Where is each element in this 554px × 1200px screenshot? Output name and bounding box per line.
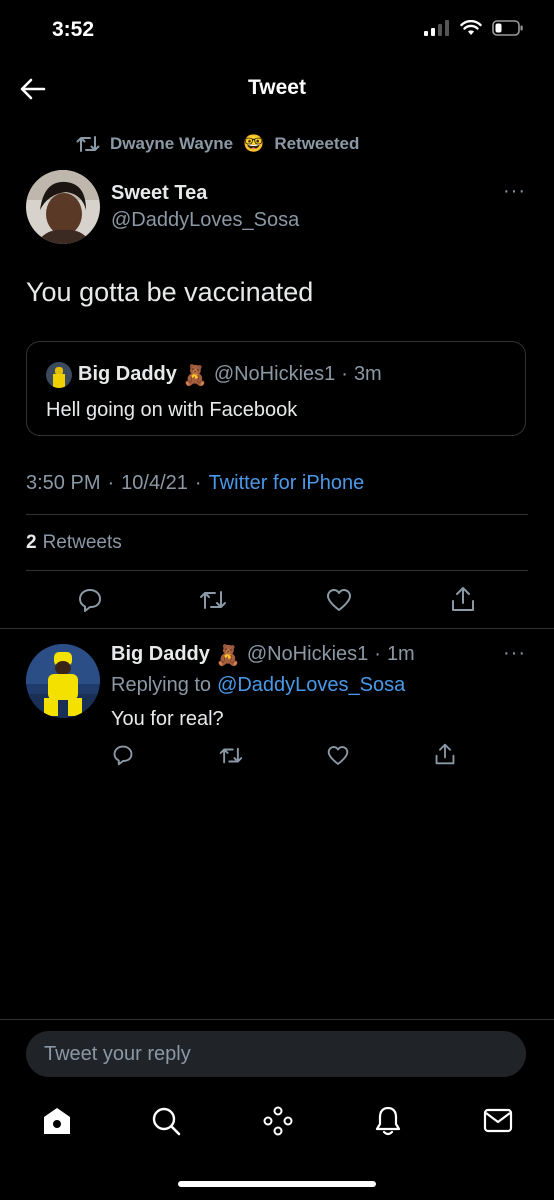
retweet-count-label: Retweets (42, 532, 122, 553)
page-title: Tweet (248, 76, 306, 99)
heart-icon[interactable] (327, 745, 349, 766)
reply-avatar[interactable] (26, 644, 100, 718)
reply-author-emoji: 🧸 (215, 645, 241, 667)
divider (0, 628, 554, 629)
status-time: 3:52 (52, 18, 95, 41)
home-icon[interactable] (42, 1106, 72, 1136)
spaces-icon[interactable] (262, 1106, 294, 1136)
tweet-text: You gotta be vaccinated (26, 277, 314, 307)
retweeter-name[interactable]: Dwayne Wayne (110, 134, 233, 154)
retweeter-emoji: 🤓 (243, 134, 265, 153)
share-icon[interactable] (434, 742, 456, 766)
reply-author-handle[interactable]: @NoHickies1 (247, 643, 368, 668)
quoted-emoji: 🧸 (182, 365, 208, 387)
retweet-context: Dwayne Wayne 🤓 Retweeted (76, 134, 359, 154)
reply-input-placeholder: Tweet your reply (44, 1043, 191, 1065)
status-icons (424, 20, 524, 36)
tweet-time: 3:50 PM (26, 472, 101, 494)
retweet-stats[interactable]: 2 Retweets (26, 532, 122, 554)
reply-sep: · (374, 643, 381, 665)
retweet-count: 2 (26, 532, 37, 553)
tweet-source-link[interactable]: Twitter for iPhone (209, 472, 365, 495)
reply-text: You for real? (111, 708, 224, 730)
quoted-name: Big Daddy (78, 363, 177, 385)
quoted-sep: · (341, 363, 348, 385)
heart-icon[interactable] (326, 588, 352, 612)
quoted-text: Hell going on with Facebook (46, 399, 298, 421)
bell-icon[interactable] (373, 1105, 403, 1137)
reply-icon[interactable] (77, 587, 103, 613)
divider (26, 514, 528, 515)
author-handle[interactable]: @DaddyLoves_Sosa (111, 209, 299, 232)
reply-more-button[interactable]: ··· (503, 642, 526, 665)
retweet-icon (76, 136, 100, 152)
divider (0, 1019, 554, 1020)
quoted-handle: @NoHickies1 (213, 363, 336, 385)
reply-header: Big Daddy 🧸 @NoHickies1 · 1m (111, 643, 415, 668)
reply-author-name[interactable]: Big Daddy (111, 643, 210, 668)
mail-icon[interactable] (483, 1108, 513, 1134)
replying-to-link[interactable]: @DaddyLoves_Sosa (217, 674, 405, 697)
replying-to: Replying to @DaddyLoves_Sosa (111, 674, 405, 697)
retweeted-label: Retweeted (274, 134, 360, 153)
tweet-date: 10/4/21 (121, 472, 188, 494)
replying-to-label: Replying to (111, 674, 212, 696)
meta-dot-2: · (194, 472, 202, 494)
author-name[interactable]: Sweet Tea (111, 182, 207, 205)
wifi-icon (460, 20, 482, 35)
search-icon[interactable] (151, 1106, 181, 1136)
quoted-header: Big Daddy 🧸 @NoHickies1 · 3m (78, 363, 382, 388)
home-indicator (178, 1181, 376, 1187)
quoted-avatar (46, 362, 72, 388)
meta-dot-1: · (107, 472, 115, 494)
share-icon[interactable] (450, 585, 476, 613)
reply-icon[interactable] (112, 744, 134, 766)
tweet-more-button[interactable]: ··· (503, 180, 526, 203)
retweet-action-icon[interactable] (199, 588, 227, 612)
quoted-age: 3m (353, 363, 382, 385)
tweet-meta: 3:50 PM · 10/4/21 · Twitter for iPhone (26, 472, 364, 495)
battery-icon (492, 20, 523, 36)
author-avatar[interactable] (26, 170, 100, 244)
signal-icon (424, 20, 449, 36)
retweet-action-icon[interactable] (219, 745, 243, 766)
divider (26, 570, 528, 571)
reply-age: 1m (386, 643, 415, 665)
